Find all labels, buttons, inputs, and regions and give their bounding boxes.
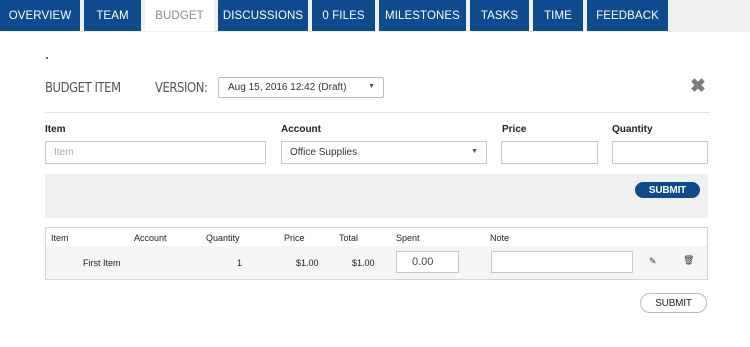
quantity-label: Quantity — [612, 124, 653, 135]
item-input-placeholder: Item — [54, 147, 74, 158]
tab-team[interactable]: TEAM — [84, 0, 141, 31]
col-header-account: Account — [134, 233, 167, 243]
submit-button[interactable]: SUBMIT — [640, 293, 707, 313]
col-header-total: Total — [339, 233, 359, 243]
budget-table: Item Account Quantity Price Total Spent … — [45, 227, 708, 280]
tab-files[interactable]: 0 FILES — [312, 0, 375, 31]
account-select-value: Office Supplies — [290, 147, 358, 158]
tab-discussions[interactable]: DISCUSSIONS — [218, 0, 308, 31]
form-actions-panel — [45, 174, 708, 218]
version-label: VERSION: — [155, 80, 208, 96]
version-select-value: Aug 15, 2016 12:42 (Draft) — [228, 82, 347, 93]
spent-input-value: 0.00 — [412, 256, 434, 268]
cell-price: $1.00 — [296, 258, 319, 268]
note-input[interactable] — [491, 251, 633, 273]
col-header-quantity: Quantity — [206, 233, 240, 243]
divider — [45, 112, 710, 113]
page-title: BUDGET ITEM — [45, 80, 121, 96]
table-row: First Item 1 $1.00 $1.00 0.00 ✎ 🗑 — [46, 246, 707, 279]
tab-feedback[interactable]: FEEDBACK — [587, 0, 668, 31]
tab-budget[interactable]: BUDGET — [145, 0, 214, 31]
cell-quantity: 1 — [237, 258, 243, 268]
col-header-note: Note — [490, 233, 510, 243]
item-input[interactable]: Item — [45, 141, 266, 164]
tab-time[interactable]: TIME — [533, 0, 583, 31]
pencil-icon[interactable]: ✎ — [649, 256, 657, 267]
item-label: Item — [45, 124, 66, 135]
trash-icon[interactable]: 🗑 — [683, 255, 694, 266]
caret-down-icon: ▼ — [471, 148, 478, 155]
price-label: Price — [502, 124, 527, 135]
version-select[interactable]: Aug 15, 2016 12:42 (Draft) ▼ — [218, 77, 384, 98]
spent-input[interactable]: 0.00 — [396, 251, 459, 273]
cell-item: First Item — [83, 258, 121, 268]
tab-overview[interactable]: OVERVIEW — [0, 0, 80, 31]
account-label: Account — [281, 124, 321, 135]
submit-item-button[interactable]: SUBMIT — [635, 182, 700, 198]
tab-bar: OVERVIEW TEAM BUDGET DISCUSSIONS 0 FILES… — [0, 0, 750, 32]
cell-total: $1.00 — [352, 258, 375, 268]
tab-tasks[interactable]: TASKS — [470, 0, 529, 31]
stray-dot — [46, 57, 48, 59]
tab-milestones[interactable]: MILESTONES — [379, 0, 466, 31]
caret-down-icon: ▼ — [368, 83, 375, 90]
col-header-item: Item — [51, 233, 69, 243]
col-header-price: Price — [284, 233, 305, 243]
close-icon[interactable]: ✖ — [690, 77, 706, 97]
col-header-spent: Spent — [396, 233, 420, 243]
price-input[interactable] — [501, 141, 598, 164]
quantity-input[interactable] — [612, 141, 708, 164]
account-select[interactable]: Office Supplies ▼ — [281, 141, 487, 164]
